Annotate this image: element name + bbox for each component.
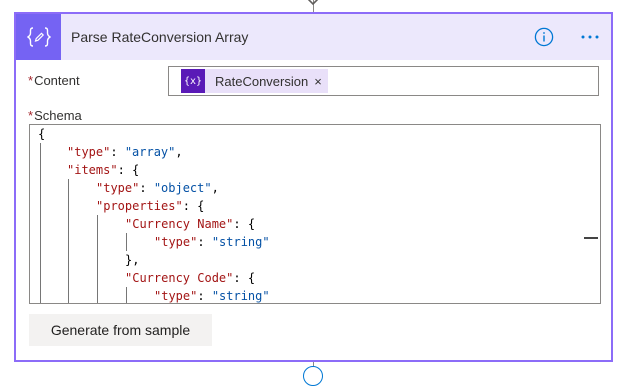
braces-pen-icon	[16, 14, 61, 60]
json-punct: : {	[233, 271, 256, 285]
json-key: "type"	[67, 145, 111, 159]
code-line: "type": "string"	[154, 287, 270, 303]
indent-guide	[40, 143, 41, 303]
json-key: "items"	[67, 163, 118, 177]
json-string: "array"	[124, 145, 176, 159]
json-punct: {	[38, 127, 46, 141]
schema-label: *Schema	[28, 108, 82, 123]
json-string: "string"	[211, 289, 270, 303]
generate-from-sample-button[interactable]: Generate from sample	[29, 314, 212, 346]
remove-token-button[interactable]: ×	[314, 74, 328, 89]
code-line: "type": "string"	[154, 233, 270, 251]
token-label: RateConversion	[215, 73, 309, 89]
code-line: "type": "array",	[67, 143, 183, 161]
json-key: "properties"	[96, 199, 183, 213]
json-key: "Currency Code"	[125, 271, 234, 285]
json-punct: :	[197, 235, 212, 249]
json-punct: :	[139, 181, 154, 195]
variable-icon: {x}	[181, 69, 205, 93]
content-input[interactable]: {x} RateConversion ×	[168, 66, 599, 96]
more-options-button[interactable]	[578, 26, 602, 48]
required-mark: *	[28, 73, 34, 88]
json-key: "type"	[96, 181, 140, 195]
code-line: },	[125, 251, 139, 269]
content-label: *Content	[28, 73, 80, 88]
info-icon[interactable]	[534, 27, 554, 47]
code-line: "items": {	[67, 161, 139, 179]
arrow-down-icon	[307, 0, 319, 6]
json-punct: : {	[233, 217, 256, 231]
json-string: "object"	[153, 181, 212, 195]
indent-guide	[126, 287, 127, 303]
json-punct: ,	[175, 145, 183, 159]
json-punct: ,	[211, 181, 219, 195]
code-line: "Currency Code": {	[125, 269, 255, 287]
json-key: "Currency Name"	[125, 217, 234, 231]
required-mark: *	[28, 108, 34, 123]
json-punct: : {	[117, 163, 140, 177]
schema-editor[interactable]: {"type": "array", "items": {"type": "obje…	[29, 124, 601, 304]
json-key: "type"	[154, 235, 198, 249]
indent-guide	[68, 179, 69, 303]
ellipsis-icon	[581, 35, 599, 39]
code-line: "Currency Name": {	[125, 215, 255, 233]
add-step-button[interactable]	[303, 366, 323, 386]
action-title[interactable]: Parse RateConversion Array	[71, 14, 248, 60]
json-punct: :	[110, 145, 125, 159]
action-card: Parse RateConversion Array *Content {x} …	[14, 12, 613, 362]
json-punct: },	[125, 253, 140, 267]
indent-guide	[97, 215, 98, 303]
json-string: "string"	[211, 235, 270, 249]
code-line: {	[38, 125, 45, 143]
dynamic-content-token[interactable]: {x} RateConversion ×	[181, 69, 328, 93]
code-line: "properties": {	[96, 197, 204, 215]
action-header[interactable]: Parse RateConversion Array	[16, 14, 611, 60]
scrollbar-marker[interactable]	[584, 237, 598, 239]
indent-guide	[126, 233, 127, 251]
json-key: "type"	[154, 289, 198, 303]
json-punct: : {	[182, 199, 205, 213]
code-line: "type": "object",	[96, 179, 219, 197]
json-punct: :	[197, 289, 212, 303]
